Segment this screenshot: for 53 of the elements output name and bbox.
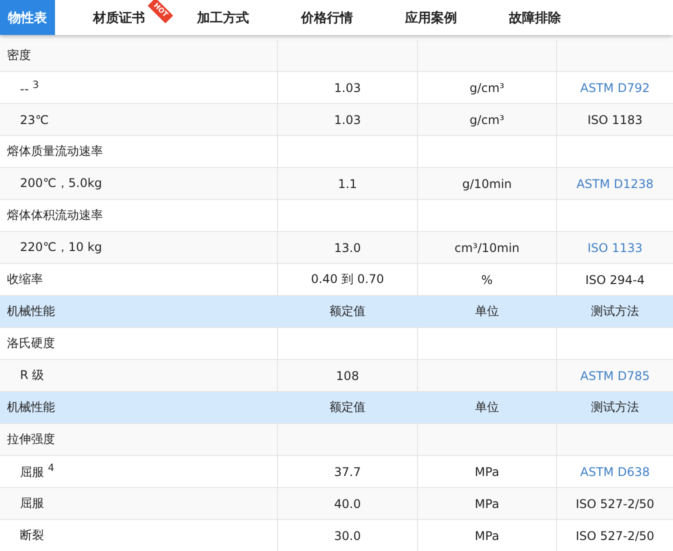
value-text: 1.1 [338,176,358,190]
tab[interactable]: 故障排除 [485,0,585,35]
property-name: 熔体质量流动速率 [7,143,103,160]
test-method-text: ISO 294-4 [585,272,645,286]
test-method-link[interactable]: ASTM D785 [580,368,650,382]
property-name: -- $^{3}$ [20,80,39,96]
value-text: 额定值 [330,303,366,320]
test-method-text: ISO 527-2/50 [576,496,654,510]
unit-text: MPa [474,464,500,478]
property-name: 屈服 $^{4}$ [20,462,54,480]
unit-text: cm³/10min [454,240,520,254]
value-text: 13.0 [334,240,361,254]
tab[interactable]: 加工方式 [173,0,273,35]
unit-text: % [481,272,493,286]
property-name: 200℃，5.0kg [20,175,102,192]
test-method-link[interactable]: ASTM D1238 [576,176,654,190]
tab[interactable]: 物性表 [0,0,55,35]
property-name: R 级 [20,367,44,384]
property-name: 机械性能 [7,399,55,416]
unit-text: 单位 [475,399,499,416]
test-method-link[interactable]: ASTM D638 [580,464,650,478]
unit-text: MPa [474,528,500,542]
property-name: 23℃ [20,112,49,126]
value-text: 40.0 [334,496,361,510]
property-name: 密度 [7,47,31,64]
property-name: 220℃，10 kg [20,239,102,256]
test-method-text: ISO 527-2/50 [576,528,654,542]
property-name: 拉伸强度 [7,431,55,448]
test-method-text: 测试方法 [591,399,639,416]
value-text: 30.0 [334,528,361,542]
unit-text: 单位 [475,303,499,320]
property-name: 屈服 [20,495,44,512]
unit-text: g/cm³ [470,112,504,126]
unit-text: g/cm³ [470,80,504,94]
property-name: 收缩率 [7,271,43,288]
test-method-link[interactable]: ISO 1133 [588,240,642,254]
value-text: 1.03 [334,112,361,126]
test-method-text: ISO 1183 [588,112,642,126]
property-name: 洛氏硬度 [7,335,55,352]
value-text: 0.40 到 0.70 [310,271,384,288]
test-method-link[interactable]: ASTM D792 [580,80,650,94]
unit-text: g/10min [462,176,512,190]
tab[interactable]: 价格行情 [277,0,377,35]
test-method-text: 测试方法 [591,303,639,320]
value-text: 1.03 [334,80,361,94]
property-name: 机械性能 [7,303,55,320]
tab[interactable]: 应用案例 [381,0,481,35]
value-text: 额定值 [330,399,366,416]
value-text: 37.7 [334,464,361,478]
value-text: 108 [336,368,359,382]
unit-text: MPa [474,496,500,510]
property-name: 断裂 [20,527,44,544]
property-name: 熔体体积流动速率 [7,207,103,224]
